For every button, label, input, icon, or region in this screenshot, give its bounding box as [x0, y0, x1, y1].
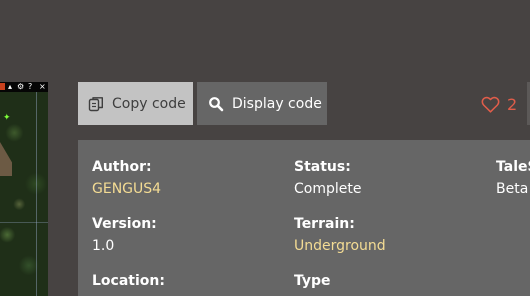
location-label: Location: [92, 273, 165, 289]
display-code-label: Display code [232, 95, 322, 112]
display-code-button[interactable]: Display code [197, 82, 327, 125]
version-label: Version: [92, 216, 157, 232]
type-field: Type [294, 272, 331, 290]
status-value: Complete [294, 181, 362, 197]
author-label: Author: [92, 159, 152, 175]
status-label: Status: [294, 159, 351, 175]
version-field: Version: 1.0 [92, 215, 157, 255]
terrain-label: Terrain: [294, 216, 355, 232]
map-marker-icon: ✦ [3, 113, 11, 123]
tales-field: TaleS Beta [496, 158, 530, 198]
close-icon[interactable]: × [39, 82, 46, 92]
like-button[interactable]: 2 [481, 93, 517, 115]
map-thumbnail[interactable]: ✦ ▴ ⚙ ? × [0, 82, 48, 296]
copy-code-button[interactable]: Copy code [78, 82, 193, 125]
help-icon[interactable]: ? [28, 82, 32, 92]
map-details-panel: Author: GENGUS4 Status: Complete TaleS B… [78, 140, 530, 296]
search-icon [208, 96, 224, 112]
type-label: Type [294, 273, 331, 289]
location-field: Location: [92, 272, 165, 290]
version-value: 1.0 [92, 238, 115, 254]
thumbnail-control-bar: ▴ ⚙ ? × [0, 82, 48, 92]
record-indicator-icon [0, 83, 5, 90]
gear-icon[interactable]: ⚙ [17, 82, 24, 92]
copy-icon [88, 96, 104, 112]
terrain-field: Terrain: Underground [294, 215, 386, 255]
heart-icon [481, 96, 500, 113]
copy-code-label: Copy code [112, 95, 186, 112]
terrain-link[interactable]: Underground [294, 237, 386, 255]
author-field: Author: GENGUS4 [92, 158, 161, 198]
tales-label: TaleS [496, 159, 530, 175]
map-grid-line [36, 92, 37, 296]
author-link[interactable]: GENGUS4 [92, 180, 161, 198]
map-grid-line [0, 222, 48, 223]
minimize-icon[interactable]: ▴ [8, 82, 12, 92]
tales-value: Beta [496, 181, 529, 197]
status-field: Status: Complete [294, 158, 361, 198]
likes-count: 2 [507, 94, 518, 114]
